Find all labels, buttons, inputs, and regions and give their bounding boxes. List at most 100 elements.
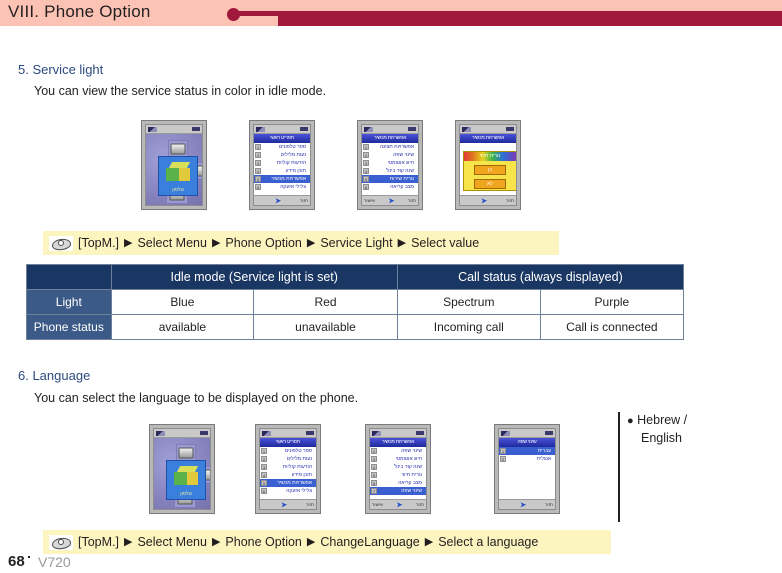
nav-step-service-light: Service Light [320,236,393,250]
phone-menu-list: 2 שינוי שפה 3 חיוג אוטומטי 4 שנה קוד בינל' … [370,447,426,505]
navigation-path-service-light: [TopM.] ▶ Select Menu ▶ Phone Option ▶ S… [43,231,559,255]
softkey-right: חזור [407,198,416,203]
table-cell-light-blue: Blue [110,289,255,315]
table-corner-cell [26,264,112,290]
phone-title-bar: אפשרויות מכשיר [370,438,426,447]
nav-step-select-value: Select value [411,236,480,250]
table-group-header-call-status: Call status (always displayed) [396,264,685,290]
signal-icon [156,430,165,436]
phone-softkey-bar: ➤ חזור [460,195,516,205]
list-item-selected: 7 שינוי שפה [370,487,426,495]
popup-button-no: לא [474,179,506,189]
softkey-right: חזור [300,198,308,203]
navigation-key-icon: ➤ [520,501,526,509]
navigation-path-language: [TopM.] ▶ Select Menu ▶ Phone Option ▶ C… [43,530,611,554]
list-item: 3 הודעות קוליות [261,464,312,470]
list-item: 3 חיוג אוטומטי [363,160,414,166]
nav-step-change-language: ChangeLanguage [320,535,420,549]
navigation-key-icon: ➤ [281,501,287,509]
phone-status-bar [362,125,418,134]
bullet-icon: ● [627,415,634,427]
table-header-row: Idle mode (Service light is set) Call st… [26,264,685,290]
list-item: 6 מצב קריאה [371,480,422,486]
phone-status-bar [254,125,310,134]
list-item: 3 חיוג אוטומטי [371,456,422,462]
phone-screenshot-device-options-language: אפשרויות מכשיר 2 שינוי שפה 3 חיוג אוטומטי … [365,424,431,514]
signal-icon [462,126,471,132]
signal-icon [372,430,381,436]
softkey-right: חזור [506,198,514,203]
battery-icon [306,431,314,435]
list-item: 2 אנגלית [500,456,551,462]
section-description-service-light: You can view the service status in color… [34,84,327,98]
phone-softkey-bar: ➤ חזור [254,195,310,205]
list-item-selected: 5 נורית שירות [362,175,418,183]
signal-icon [256,126,265,132]
battery-icon [408,127,416,131]
table-row-header-light: Light [26,289,112,315]
phone-status-bar [499,429,555,438]
phone-status-bar [260,429,316,438]
device-model-label: V720 [38,554,71,570]
section-description-language: You can select the language to be displa… [34,391,359,405]
phone-title-bar: אפשרויות מכשיר [460,134,516,143]
service-light-table: Idle mode (Service light is set) Call st… [26,264,685,340]
phone-screenshot-language-select: שינוי שפה 1 עברית 2 אנגלית ➤ חזור [494,424,560,514]
footer-dot-separator [28,556,30,558]
softkey-left: אישור [364,198,375,203]
list-item-selected: 5 אפשרויות מכשיר [260,479,316,487]
table-row: Light Blue Red Spectrum Purple [26,289,685,315]
signal-icon [262,430,271,436]
cube-icon-label: טלפון [172,187,184,193]
header-line-decoration [236,11,281,16]
list-item: 6 צלילי אזעקה [255,184,306,190]
page-number: 68 [8,553,25,570]
phone-menu-list: 1 ספר טלפונים 2 נעות מלילים 3 הודעות קוליות… [254,143,310,201]
phone-popup-dialog: נורית חיווי כן לא [463,151,516,191]
nav-step-select-menu: Select Menu [137,535,207,549]
selected-menu-cube-icon: טלפון [158,156,198,196]
nav-step-select-menu: Select Menu [137,236,207,250]
battery-icon [200,431,208,435]
phone-title-bar: שינוי שפה [499,438,555,447]
phone-title-bar: תפריט ראשי [254,134,310,143]
phone-screenshot-device-options-service: אפשרויות מכשיר 1 אפשרויות תצוגה 2 שינוי שפ… [357,120,423,210]
phone-softkey-bar: אישור ➤ חזור [362,195,418,205]
header-underline [0,26,782,28]
note-vertical-rule [618,412,620,522]
table-cell-status-connected: Call is connected [539,314,685,340]
popup-title: נורית חיווי [464,152,516,161]
navigation-key-icon: ➤ [388,197,395,205]
list-item: 3 הודעות קוליות [255,160,306,166]
list-item: 4 שנה קוד בינל' [371,464,422,470]
note-line-2: English [641,431,682,445]
signal-icon [501,430,510,436]
nav-separator-icon: ▶ [124,237,133,249]
phone-menu-list: 1 ספר טלפונים 2 נעות מלילים 3 הודעות קוליות… [260,447,316,505]
phone-title-bar: אפשרויות מכשיר [362,134,418,143]
nav-step-select-language: Select a language [438,535,539,549]
list-item-selected: 5 אפשרויות מכשיר [254,175,310,183]
language-note: ● Hebrew / English [627,412,687,447]
nav-separator-icon: ▶ [306,237,316,249]
phone-softkey-bar: אישור ➤ חזור [370,499,426,509]
list-item: 4 תוכן מידע [255,168,306,174]
header-accent-bar [278,11,782,26]
phone-screenshot-idle-language: טלפון [149,424,215,514]
softkey-right: חזור [545,502,553,507]
softkey-left: אישור [372,502,383,507]
list-item: 5 נורית חיווי [371,472,422,478]
list-item: 6 צלילי אזעקה [261,488,312,494]
list-item-selected: 1 עברית [499,447,555,455]
nav-separator-icon: ▶ [124,536,133,548]
phone-idle-wallpaper: טלפון [154,438,210,509]
signal-icon [364,126,373,132]
list-item: 4 תוכן מידע [261,472,312,478]
mouse-click-icon [49,534,73,550]
selected-menu-cube-icon: טלפון [166,460,206,500]
nav-step-phone-option: Phone Option [225,535,302,549]
table-cell-status-incoming: Incoming call [396,314,541,340]
phone-status-bar [146,125,202,134]
table-group-header-idle-mode: Idle mode (Service light is set) [110,264,398,290]
table-row-header-phone-status: Phone status [26,314,112,340]
